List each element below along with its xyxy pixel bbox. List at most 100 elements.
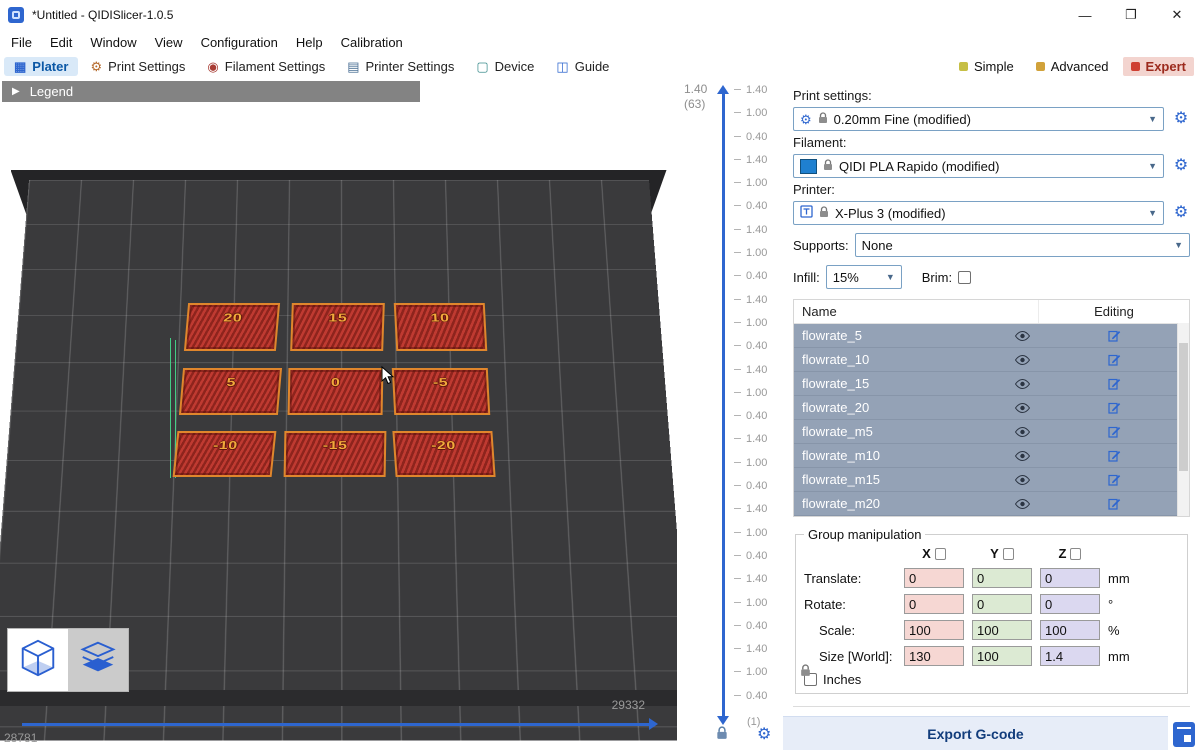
menu-item-calibration[interactable]: Calibration [332, 33, 412, 52]
uniform-scale-lock-icon[interactable] [800, 664, 811, 682]
brim-checkbox[interactable] [958, 271, 971, 284]
y-value-field[interactable]: 0 [972, 594, 1032, 614]
print-object[interactable]: 5 [179, 368, 282, 415]
object-list-scrollbar[interactable] [1177, 323, 1189, 516]
object-list-row[interactable]: flowrate_m10 [794, 444, 1189, 468]
edit-icon[interactable] [1039, 372, 1189, 395]
eye-icon[interactable] [1005, 427, 1039, 437]
edit-icon[interactable] [1039, 324, 1189, 347]
axis-reset-icon[interactable] [1070, 548, 1081, 560]
z-value-field[interactable]: 1.4 [1040, 646, 1100, 666]
menu-item-edit[interactable]: Edit [41, 33, 81, 52]
x-value-field[interactable]: 0 [904, 594, 964, 614]
print-settings-gear-button[interactable]: ⚙ [1172, 111, 1190, 127]
tab-printer-settings[interactable]: ▤Printer Settings [337, 57, 464, 76]
y-value-field[interactable]: 100 [972, 646, 1032, 666]
tab-print-settings[interactable]: ⚙Print Settings [80, 57, 195, 76]
layer-tick-label: 1.00 [734, 387, 767, 399]
eye-icon[interactable] [1005, 355, 1039, 365]
edit-icon[interactable] [1039, 396, 1189, 419]
object-list-row[interactable]: flowrate_20 [794, 396, 1189, 420]
inches-label: Inches [823, 672, 861, 687]
object-list-row[interactable]: flowrate_5 [794, 324, 1189, 348]
x-value-field[interactable]: 130 [904, 646, 964, 666]
print-object[interactable]: -10 [173, 431, 277, 477]
3d-viewport[interactable]: ▶ Legend 201510 50 -5 -10-15-20 [0, 78, 677, 750]
vertical-layer-slider[interactable] [722, 94, 725, 716]
tab-plater[interactable]: ▦Plater [4, 57, 78, 76]
slider-gear-icon[interactable]: ⚙ [757, 727, 771, 743]
y-value-field[interactable]: 0 [972, 568, 1032, 588]
mode-expert[interactable]: Expert [1123, 57, 1194, 76]
minimize-button[interactable]: — [1062, 0, 1108, 30]
edit-icon[interactable] [1039, 348, 1189, 371]
mode-simple[interactable]: Simple [951, 57, 1022, 76]
edit-icon[interactable] [1039, 420, 1189, 443]
supports-combo[interactable]: None ▼ [855, 233, 1190, 257]
print-object[interactable]: 10 [394, 303, 488, 351]
object-list-row[interactable]: flowrate_m15 [794, 468, 1189, 492]
filament-gear-button[interactable]: ⚙ [1172, 158, 1190, 174]
axis-reset-icon[interactable] [1003, 548, 1014, 560]
print-object[interactable]: -20 [392, 431, 495, 477]
menu-item-help[interactable]: Help [287, 33, 332, 52]
z-value-field[interactable]: 0 [1040, 568, 1100, 588]
menu-item-view[interactable]: View [146, 33, 192, 52]
object-list-row[interactable]: flowrate_15 [794, 372, 1189, 396]
menu-item-configuration[interactable]: Configuration [192, 33, 287, 52]
legend-bar[interactable]: ▶ Legend [2, 81, 420, 102]
edit-icon[interactable] [1039, 444, 1189, 467]
printer-combo[interactable]: X-Plus 3 (modified) ▼ [793, 201, 1164, 225]
tab-guide[interactable]: ◫Guide [546, 57, 619, 76]
y-value-field[interactable]: 100 [972, 620, 1032, 640]
print-object[interactable]: 0 [288, 368, 384, 415]
edit-icon[interactable] [1039, 492, 1189, 515]
mode-label: Advanced [1051, 59, 1109, 74]
eye-icon[interactable] [1005, 475, 1039, 485]
infill-combo[interactable]: 15% ▼ [826, 265, 902, 289]
print-object[interactable]: -5 [392, 368, 490, 415]
filament-combo[interactable]: QIDI PLA Rapido (modified) ▼ [793, 154, 1164, 178]
z-value-field[interactable]: 0 [1040, 594, 1100, 614]
mode-advanced[interactable]: Advanced [1028, 57, 1117, 76]
close-button[interactable]: ✕ [1154, 0, 1200, 30]
layer-tick-label: 1.40 [734, 154, 767, 166]
scrollbar-thumb[interactable] [1179, 343, 1188, 471]
x-value-field[interactable]: 100 [904, 620, 964, 640]
legend-expand-icon[interactable]: ▶ [12, 86, 20, 97]
print-object[interactable]: -15 [284, 431, 387, 477]
object-list-row[interactable]: flowrate_10 [794, 348, 1189, 372]
menu-item-file[interactable]: File [2, 33, 41, 52]
tab-device[interactable]: ▢Device [466, 57, 544, 76]
eye-icon[interactable] [1005, 499, 1039, 509]
maximize-button[interactable]: ❐ [1108, 0, 1154, 30]
print-object[interactable]: 15 [290, 303, 385, 351]
isometric-view-button[interactable] [8, 629, 68, 691]
tab-filament-settings[interactable]: ◉Filament Settings [197, 57, 335, 76]
layers-view-button[interactable] [68, 629, 128, 691]
print-settings-value: 0.20mm Fine (modified) [834, 112, 971, 127]
eye-icon[interactable] [1005, 379, 1039, 389]
slider-lock-icon[interactable] [716, 726, 728, 745]
horizontal-layer-slider[interactable] [22, 723, 650, 726]
print-object[interactable]: 20 [184, 303, 280, 351]
x-value-field[interactable]: 0 [904, 568, 964, 588]
edit-icon[interactable] [1039, 468, 1189, 491]
eye-icon[interactable] [1005, 451, 1039, 461]
print-settings-combo[interactable]: ⚙ 0.20mm Fine (modified) ▼ [793, 107, 1164, 131]
mode-label: Expert [1146, 59, 1186, 74]
export-options-icon[interactable] [1173, 722, 1195, 747]
eye-icon[interactable] [1005, 403, 1039, 413]
layer-slider-top-info: 1.40 (63) [684, 82, 707, 112]
object-list-row[interactable]: flowrate_m20 [794, 492, 1189, 516]
printer-gear-button[interactable]: ⚙ [1172, 205, 1190, 221]
current-layer-number: (63) [684, 97, 707, 112]
filament-settings-icon: ◉ [207, 60, 218, 73]
object-list-row[interactable]: flowrate_m5 [794, 420, 1189, 444]
eye-icon[interactable] [1005, 331, 1039, 341]
export-gcode-button[interactable]: Export G-code [783, 716, 1168, 750]
menu-item-window[interactable]: Window [81, 33, 145, 52]
print-object-label: -5 [433, 377, 450, 407]
axis-reset-icon[interactable] [935, 548, 946, 560]
z-value-field[interactable]: 100 [1040, 620, 1100, 640]
